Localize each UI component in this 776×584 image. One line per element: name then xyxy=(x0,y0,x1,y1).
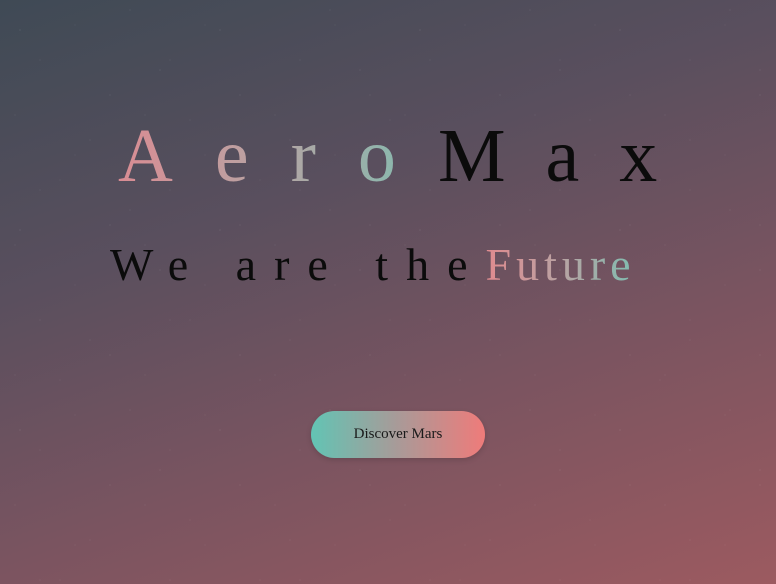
starfield-background xyxy=(0,0,776,584)
brand-title-gradient: Aero xyxy=(118,114,438,198)
brand-title-dark: Max xyxy=(437,114,698,198)
hero-tagline: We are the Future xyxy=(110,242,636,288)
starfield-background-layer xyxy=(0,0,776,584)
brand-title: Aero Max xyxy=(118,118,697,194)
tagline-highlight: Future xyxy=(485,239,636,290)
discover-mars-button[interactable]: Discover Mars xyxy=(311,411,485,458)
tagline-text: We are the xyxy=(110,239,486,290)
